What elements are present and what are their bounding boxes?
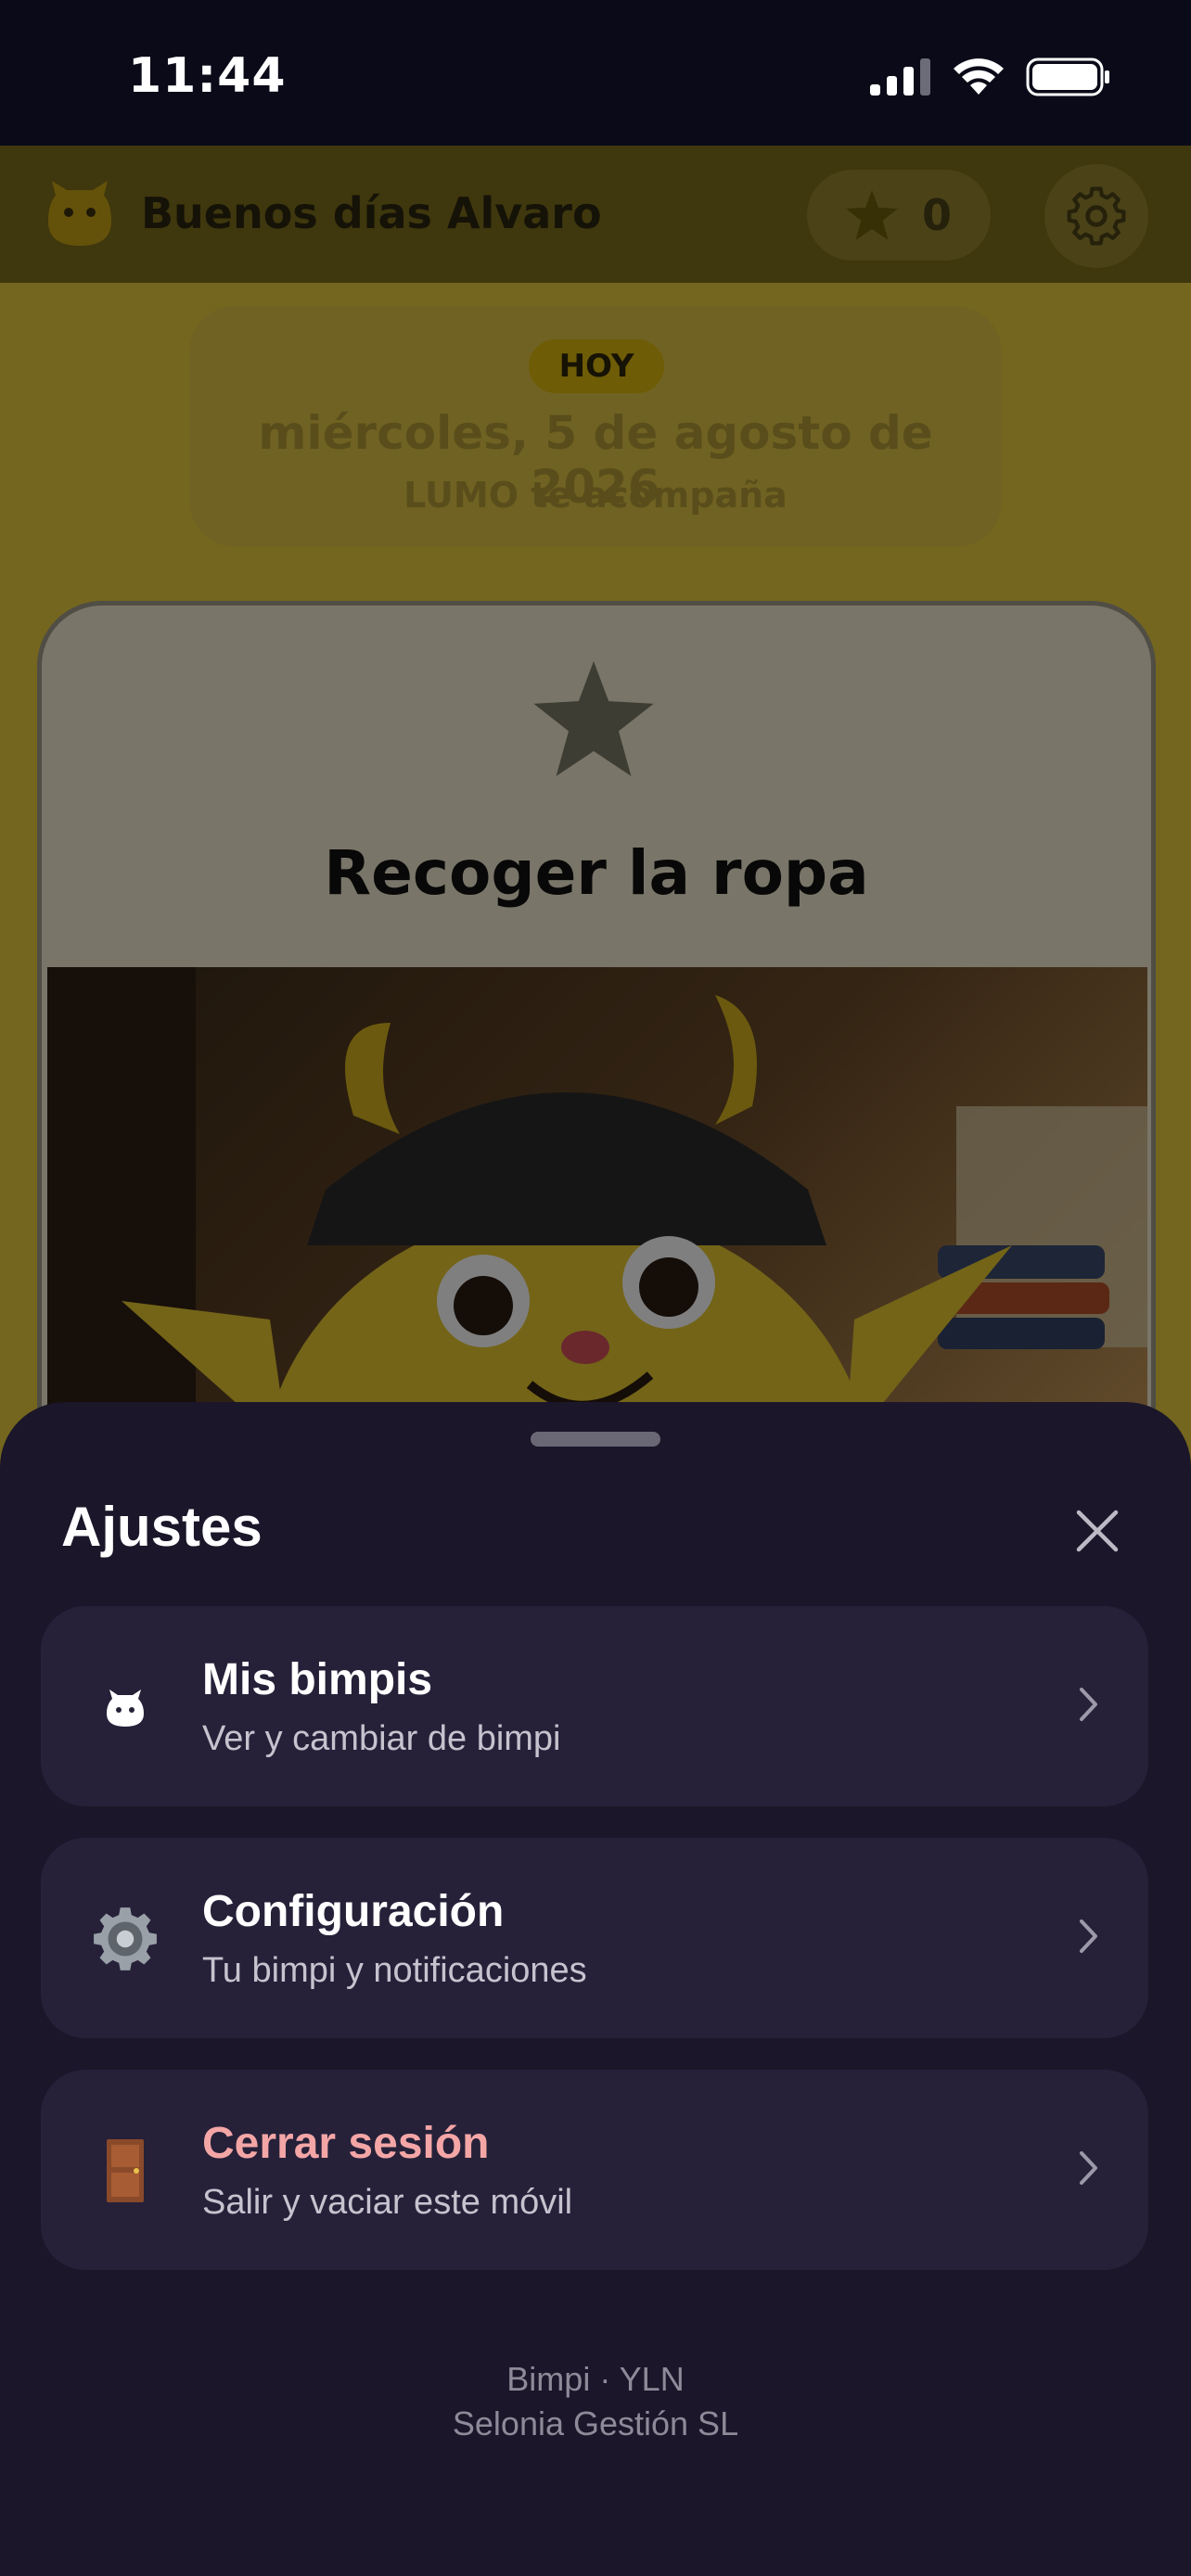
cellular-signal-icon [870, 58, 930, 96]
menu-item-label: Cerrar sesión [202, 2119, 490, 2168]
menu-item-label: Configuración [202, 1887, 505, 1936]
menu-item-cerrar-sesion[interactable]: Cerrar sesión Salir y vaciar este móvil [41, 2070, 1148, 2270]
status-time: 11:44 [128, 48, 287, 104]
status-bar: 11:44 [0, 0, 1191, 146]
menu-item-label: Mis bimpis [202, 1655, 433, 1704]
bimpi-icon [87, 1669, 163, 1745]
sheet-title: Ajustes [61, 1496, 263, 1558]
menu-item-subtitle: Ver y cambiar de bimpi [202, 1719, 561, 1758]
chevron-right-icon [1080, 1688, 1097, 1721]
gear-icon [87, 1901, 163, 1977]
wifi-icon [954, 58, 1004, 95]
battery-icon [1026, 57, 1109, 96]
footer-line-1: Bimpi · YLN [506, 2360, 685, 2398]
sheet-grabber[interactable] [531, 1432, 660, 1447]
chevron-right-icon [1080, 2151, 1097, 2185]
sheet-footer: Bimpi · YLN Selonia Gestión SL [0, 2357, 1191, 2446]
close-button[interactable] [1065, 1498, 1130, 1563]
footer-line-2: Selonia Gestión SL [452, 2404, 739, 2442]
close-icon [1076, 1510, 1119, 1552]
menu-item-mis-bimpis[interactable]: Mis bimpis Ver y cambiar de bimpi [41, 1606, 1148, 1806]
app-screen: 11:44 Buenos [0, 0, 1191, 2576]
menu-item-subtitle: Salir y vaciar este móvil [202, 2183, 573, 2222]
status-icons [870, 57, 1111, 96]
menu-item-configuracion[interactable]: Configuración Tu bimpi y notificaciones [41, 1838, 1148, 2038]
settings-sheet: Ajustes Mis bimpis Ver y cambiar de bimp… [0, 1402, 1191, 2576]
door-icon [87, 2133, 163, 2209]
chevron-right-icon [1080, 1919, 1097, 1953]
menu-item-subtitle: Tu bimpi y notificaciones [202, 1951, 587, 1990]
